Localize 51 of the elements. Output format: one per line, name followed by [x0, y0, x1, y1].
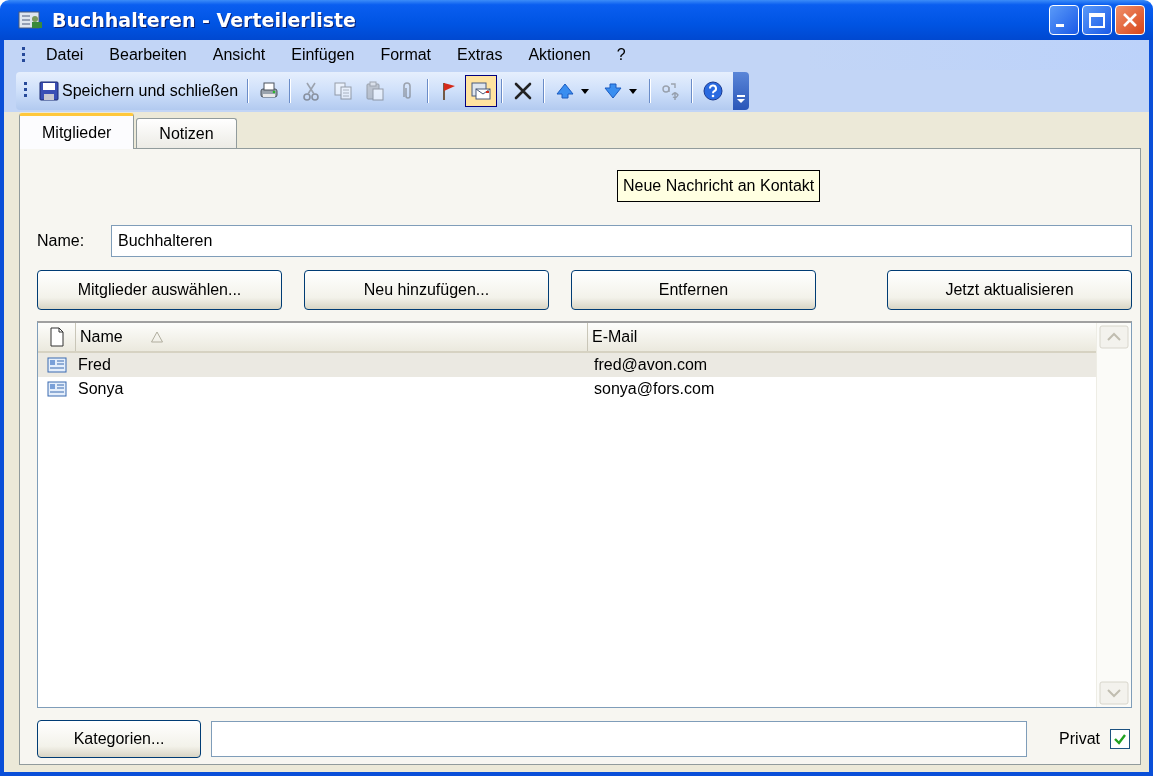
- contact-card-icon: [47, 380, 67, 398]
- column-header[interactable]: E-Mail: [588, 323, 1096, 351]
- minimize-icon: [1056, 23, 1064, 27]
- list-row[interactable]: Sonya sonya@fors.com: [38, 377, 1096, 401]
- name-field[interactable]: Buchhalteren: [111, 225, 1132, 257]
- name-cell-text: Sonya: [77, 380, 125, 398]
- copy-icon: [332, 80, 355, 102]
- menu-item[interactable]: ?: [605, 43, 637, 67]
- maximize-icon: [1089, 12, 1105, 28]
- contact-card-icon: [47, 356, 67, 374]
- caret-icon: [629, 88, 638, 94]
- email-cell-text: sonya@fors.com: [593, 380, 716, 398]
- window-title: Buchhalteren - Verteilerliste: [52, 9, 357, 31]
- menu-item[interactable]: Datei: [35, 43, 95, 67]
- categories-button[interactable]: Kategorien...: [37, 720, 201, 758]
- action-button[interactable]: Jetzt aktualisieren: [887, 270, 1132, 310]
- column-header[interactable]: Name: [76, 323, 588, 351]
- menu-item[interactable]: Aktionen: [517, 43, 602, 67]
- menu-item[interactable]: Bearbeiten: [98, 43, 198, 67]
- name-label: Name:: [37, 232, 86, 250]
- menu-item[interactable]: Ansicht: [201, 43, 277, 67]
- distribution-list-icon: [18, 9, 44, 31]
- menu-item[interactable]: Format: [369, 43, 443, 67]
- chevron-icon: [736, 94, 747, 104]
- menu-item[interactable]: Einfügen: [280, 43, 366, 67]
- categories-field[interactable]: [211, 721, 1028, 757]
- action-button[interactable]: Mitglieder auswählen...: [37, 270, 282, 310]
- maximize-button[interactable]: [1082, 5, 1112, 35]
- toolbar-options-button[interactable]: [733, 72, 750, 110]
- checkmark-icon: [1113, 732, 1127, 746]
- menu-item[interactable]: Extras: [446, 43, 514, 67]
- clipboard-icon: [364, 80, 387, 102]
- tooltip: Neue Nachricht an Kontakt: [617, 170, 821, 202]
- action-button[interactable]: Entfernen: [571, 270, 816, 310]
- help-icon: [702, 80, 725, 102]
- list-row[interactable]: Fred fred@avon.com: [38, 353, 1096, 377]
- private-checkbox[interactable]: [1110, 729, 1130, 749]
- caret-icon: [581, 88, 590, 94]
- tab[interactable]: Notizen: [136, 118, 237, 148]
- minimize-button[interactable]: [1049, 5, 1079, 35]
- close-button[interactable]: [1115, 5, 1145, 35]
- sort-arrow-icon: [150, 331, 163, 343]
- email-cell-text: fred@avon.com: [593, 356, 709, 374]
- private-label: Privat: [1059, 730, 1100, 748]
- name-cell-text: Fred: [77, 356, 112, 374]
- new-message-button[interactable]: [465, 75, 498, 107]
- close-icon: [1122, 12, 1138, 28]
- contact-message-icon: [470, 80, 493, 102]
- tab[interactable]: Mitglieder: [19, 113, 135, 149]
- document-icon: [48, 327, 65, 347]
- action-button[interactable]: Neu hinzufügen...: [304, 270, 549, 310]
